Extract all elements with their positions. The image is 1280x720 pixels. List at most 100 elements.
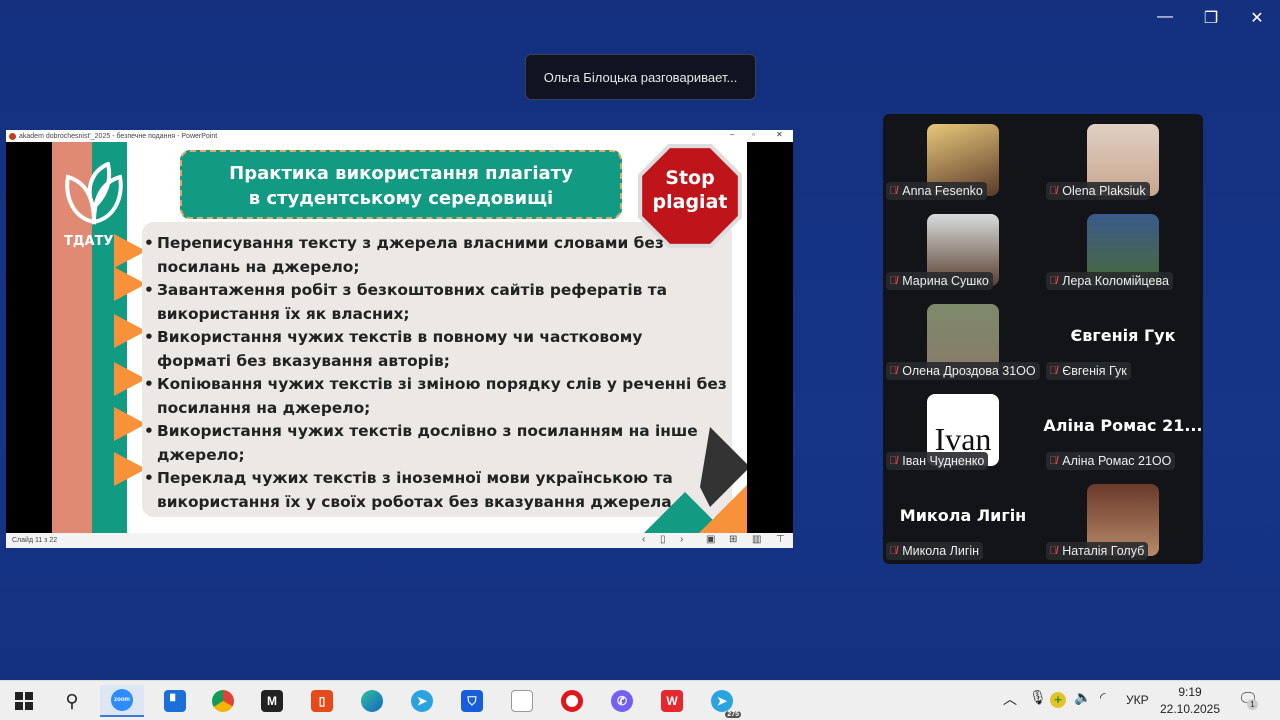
title-line: в студентському середовищі [248,188,554,209]
participant-display-name: Євгенія Гук [1070,326,1176,345]
telegram-icon: ➤ 275 [711,690,741,718]
edge-icon [361,690,383,712]
prev-slide-icon[interactable]: ‹ [642,534,645,545]
ppt-close-icon[interactable]: ✕ [776,130,783,139]
bullet-line: використання їх у своїх роботах без вказ… [157,492,672,511]
participant-tile[interactable]: 🎙̸ Olena Plaksiuk [1043,114,1203,204]
planner-icon: ▘ [164,690,186,712]
bullet-item: Завантаження робіт з безкоштовних сайтів… [144,279,744,326]
bullet-line: джерело; [157,445,245,464]
bullet-item: Переписування тексту з джерела власними … [144,232,744,279]
ppt-window-title: akadem dobrochesnist'_2025 - безпечне по… [19,132,218,140]
taskbar-file[interactable] [500,685,544,717]
start-button[interactable] [2,685,46,717]
participant-name: Микола Лигін [902,544,980,558]
close-button[interactable]: ✕ [1242,8,1272,28]
muted-mic-icon: 🎙̸ [889,185,898,197]
participant-tile[interactable]: 🎙̸ Лера Коломійцева [1043,204,1203,294]
participant-name: Лера Коломійцева [1062,274,1169,288]
language-indicator[interactable]: УКР [1126,693,1149,707]
participant-gallery: 🎙̸ Anna Fesenko 🎙̸ Olena Plaksiuk 🎙̸ Марина… [883,114,1203,564]
participant-tile[interactable]: Микола Лигін 🎙̸ Микола Лигін [883,474,1043,564]
stop-line: plagiat [652,191,728,213]
participant-tile[interactable]: 🎙̸ Олена Дроздова 31ОО [883,294,1043,384]
bullet-line: Використання чужих текстів в повному чи … [157,328,643,346]
slide-sorter-icon[interactable]: ⊞ [729,534,737,545]
participant-display-name: Аліна Ромас 21... [1043,416,1203,435]
normal-view-icon[interactable]: ▣ [706,534,715,545]
search-icon: ⚲ [65,690,79,711]
bullet-line: Завантаження робіт з безкоштовних сайтів… [157,281,668,299]
taskbar-viber[interactable]: ✆ [600,685,644,717]
taskbar-telegram[interactable]: ➤ [400,685,444,717]
taskbar-zoom[interactable]: zoom [100,685,144,717]
participant-name: Марина Сушко [902,274,989,288]
title-line: Практика використання плагіату [229,163,573,184]
muted-mic-icon: 🎙̸ [1049,545,1058,557]
university-logo-icon [65,162,123,225]
office-icon: ▯ [311,690,333,712]
bullet-line: форматі без вказування авторів; [157,351,450,370]
participant-name: Олена Дроздова 31ОО [902,364,1036,378]
bullet-item: Переклад чужих текстів з іноземної мови … [144,467,744,514]
microphone-icon[interactable]: 🎙 [1029,689,1047,706]
muted-mic-icon: 🎙̸ [1049,455,1058,467]
file-icon [511,690,533,712]
reading-view-icon[interactable]: ▥ [752,534,761,545]
powerpoint-icon [9,132,16,140]
bullet-item: Копіювання чужих текстів зі зміною поряд… [144,373,744,420]
taskbar-telegram-2[interactable]: ➤ 275 [700,685,744,718]
taskbar-m-app[interactable]: M [250,685,294,717]
participant-name: Аліна Ромас 21ОО [1062,454,1172,468]
viber-icon: ✆ [611,690,633,712]
taskbar-chrome[interactable] [201,685,245,717]
taskbar-bitwarden[interactable]: ⛉ [450,685,494,717]
ppt-restore-icon[interactable]: ▫ [752,130,755,139]
bullet-line: Переписування тексту з джерела власними … [157,234,664,252]
security-app-icon[interactable]: + [1050,692,1066,708]
taskbar-office[interactable]: ▯ [300,685,344,717]
taskbar-edge[interactable] [350,685,394,717]
minimize-button[interactable]: — [1150,8,1180,26]
participant-tile[interactable]: Євгенія Гук 🎙̸ Євгенія Гук [1043,294,1203,384]
ppt-minimize-icon[interactable]: – [730,130,734,139]
muted-mic-icon: 🎙̸ [889,275,898,287]
bitwarden-icon: ⛉ [461,690,483,712]
wps-icon: W [661,690,683,712]
taskbar-opera[interactable] [550,685,594,717]
participant-tile[interactable]: Аліна Ромас 21... 🎙̸ Аліна Ромас 21ОО [1043,384,1203,474]
muted-mic-icon: 🎙̸ [889,455,898,467]
volume-icon[interactable]: 🔈 [1074,689,1091,706]
search-button[interactable]: ⚲ [50,685,94,717]
restore-button[interactable]: ❐ [1196,8,1226,28]
chrome-icon [212,690,234,712]
taskbar-planner[interactable]: ▘ [153,685,197,717]
stop-line: Stop [665,167,715,189]
clock[interactable]: 9:19 22.10.2025 [1155,684,1225,718]
participant-tile[interactable]: 🎙̸ Anna Fesenko [883,114,1043,204]
taskbar-wps[interactable]: W [650,685,694,717]
wifi-icon[interactable]: ◜ [1100,689,1105,706]
stop-sign-text: Stop plagiat [638,166,742,214]
bullet-line: посилання на джерело; [157,398,371,417]
participant-tile[interactable]: 🎙̸ Марина Сушко [883,204,1043,294]
date: 22.10.2025 [1159,702,1221,716]
opera-icon [561,690,583,712]
ppt-status-bar: Слайд 11 з 22 ‹ ▯ › ▣ ⊞ ▥ ⊤ [6,533,793,548]
show-hidden-icons-chevron-icon[interactable]: ︿ [1003,689,1017,709]
next-slide-icon[interactable]: › [680,534,683,545]
taskbar: ⚲ zoom ▘ M ▯ ➤ ⛉ ✆ W ➤ 275 ︿ 🎙 + 🔈 ◜ УКР … [0,680,1280,720]
slideshow-icon[interactable]: ⊤ [776,534,785,545]
slide-thumbnail-icon[interactable]: ▯ [660,534,666,545]
muted-mic-icon: 🎙̸ [1049,365,1058,377]
participant-tile[interactable]: 🎙̸ Наталія Голуб [1043,474,1203,564]
participant-name: Anna Fesenko [902,184,983,198]
ppt-title-bar: akadem dobrochesnist'_2025 - безпечне по… [6,130,793,142]
speaking-notification: Ольга Білоцька разговаривает... [525,54,756,100]
participant-tile[interactable]: Ivan 🎙̸ Іван Чудненко [883,384,1043,474]
participant-name: Іван Чудненко [902,454,985,468]
time: 9:19 [1178,685,1202,699]
notifications-icon[interactable]: 🗨1 [1238,689,1258,710]
telegram-icon: ➤ [411,690,433,712]
slide: ТДАТУ Практика використання плагіату в с… [52,142,747,533]
